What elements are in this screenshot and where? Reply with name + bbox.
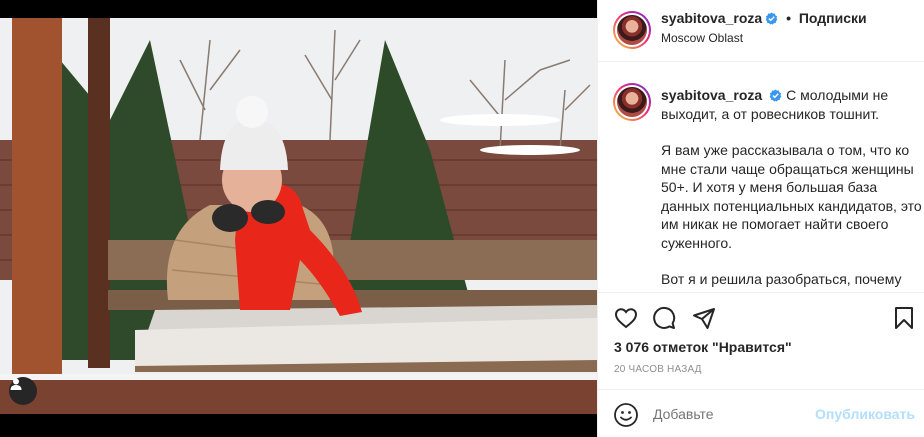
post-sidebar: syabitova_roza • Подписки Moscow Oblast … — [597, 0, 924, 437]
separator-dot: • — [786, 10, 791, 26]
bookmark-icon[interactable] — [890, 304, 918, 332]
following-button[interactable]: Подписки — [799, 10, 867, 26]
comment-icon[interactable] — [650, 304, 678, 332]
likes-count[interactable]: 3 076 отметок "Нравится" — [614, 339, 792, 355]
caption-paragraph: syabitova_roza С молодыми не выходит, а … — [661, 86, 923, 123]
caption-avatar[interactable] — [613, 83, 651, 121]
share-icon[interactable] — [690, 304, 718, 332]
verified-badge-icon — [765, 12, 778, 25]
caption-paragraph: Я вам уже рассказывала о том, что ко мне… — [661, 142, 922, 251]
publish-button[interactable]: Опубликовать — [815, 406, 915, 422]
winter-bench-photo — [0, 0, 597, 437]
post-timestamp[interactable]: 20 ЧАСОВ НАЗАД — [614, 364, 702, 375]
comment-form: Опубликовать — [598, 389, 924, 437]
verified-badge-icon — [769, 89, 782, 102]
user-tag-icon[interactable] — [9, 377, 37, 405]
heart-icon[interactable] — [612, 304, 640, 332]
location-link[interactable]: Moscow Oblast — [661, 31, 743, 45]
emoji-icon[interactable] — [613, 402, 639, 428]
caption-username-link[interactable]: syabitova_roza — [661, 87, 762, 103]
caption-paragraph: Вот я и решила разобраться, почему — [661, 271, 902, 287]
action-bar — [598, 300, 924, 336]
username-link[interactable]: syabitova_roza — [661, 10, 762, 26]
avatar[interactable] — [613, 11, 651, 49]
post-photo[interactable] — [0, 0, 597, 437]
post-header: syabitova_roza • Подписки Moscow Oblast — [598, 0, 924, 62]
comment-input[interactable] — [653, 406, 803, 422]
caption-scroll-area[interactable]: syabitova_roza С молодыми не выходит, а … — [598, 63, 924, 293]
post-caption: syabitova_roza С молодыми не выходит, а … — [661, 86, 923, 292]
header-title-row: syabitova_roza • Подписки — [661, 10, 867, 26]
